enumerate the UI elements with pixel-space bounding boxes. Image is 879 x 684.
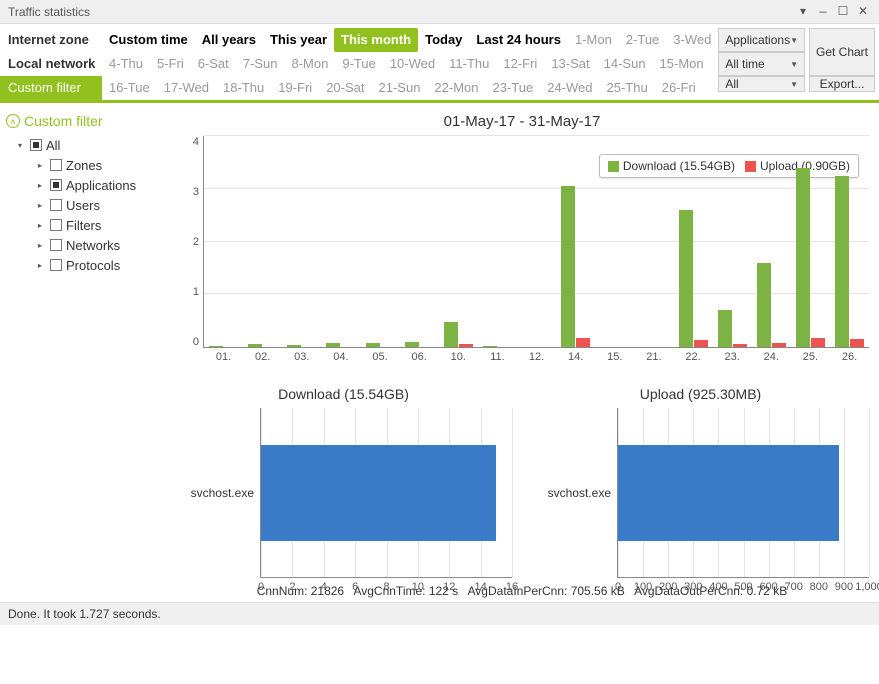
get-chart-button[interactable]: Get Chart (809, 28, 875, 76)
tree-item-users[interactable]: ▸Users (38, 195, 171, 215)
period-14-sun[interactable]: 14-Sun (597, 52, 653, 76)
period-22-mon[interactable]: 22-Mon (427, 76, 485, 100)
bar-14.: 14. (556, 136, 595, 347)
period-18-thu[interactable]: 18-Thu (216, 76, 271, 100)
maximize-icon[interactable]: ☐ (833, 4, 853, 19)
tree-item-zones[interactable]: ▸Zones (38, 155, 171, 175)
period-20-sat[interactable]: 20-Sat (319, 76, 371, 100)
period-15-mon[interactable]: 15-Mon (653, 52, 711, 76)
period-26-fri[interactable]: 26-Fri (655, 76, 703, 100)
bar-06.: 06. (400, 136, 439, 347)
period-this-month[interactable]: This month (334, 28, 418, 52)
bar-24.: 24. (752, 136, 791, 347)
period-23-tue[interactable]: 23-Tue (486, 76, 541, 100)
tree-item-applications[interactable]: ▸Applications (38, 175, 171, 195)
tree-item-filters[interactable]: ▸Filters (38, 215, 171, 235)
bar-05.: 05. (361, 136, 400, 347)
period-3-wed[interactable]: 3-Wed (666, 28, 718, 52)
export-button[interactable]: Export... (809, 76, 875, 92)
tree-item-networks[interactable]: ▸Networks (38, 235, 171, 255)
period-last-24-hours[interactable]: Last 24 hours (469, 28, 568, 52)
applications-combo[interactable]: Applications▼ (718, 28, 805, 52)
period-24-wed[interactable]: 24-Wed (540, 76, 599, 100)
period-8-mon[interactable]: 8-Mon (284, 52, 335, 76)
period-1-mon[interactable]: 1-Mon (568, 28, 619, 52)
close-icon[interactable]: ✕ (853, 4, 873, 19)
all-combo[interactable]: All▼ (718, 76, 805, 92)
period-5-fri[interactable]: 5-Fri (150, 52, 191, 76)
period-all-years[interactable]: All years (195, 28, 263, 52)
minimize-icon[interactable]: — (813, 5, 833, 19)
zone-internet-zone[interactable]: Internet zone (0, 28, 102, 52)
period-9-tue[interactable]: 9-Tue (335, 52, 382, 76)
period-2-tue[interactable]: 2-Tue (619, 28, 666, 52)
daily-traffic-chart: Download (15.54GB)Upload (0.90GB) 43210 … (175, 136, 869, 366)
zone-custom-filter[interactable]: Custom filter (0, 76, 102, 100)
tree-item-all[interactable]: ▾All (18, 135, 171, 155)
period-today[interactable]: Today (418, 28, 469, 52)
period-7-sun[interactable]: 7-Sun (236, 52, 285, 76)
bar-23.: 23. (713, 136, 752, 347)
bar-22.: 22. (674, 136, 713, 347)
custom-filter-header[interactable]: ∧ Custom filter (6, 113, 171, 129)
period-16-tue[interactable]: 16-Tue (102, 76, 157, 100)
bar-15.: 15. (595, 136, 634, 347)
bar-21.: 21. (634, 136, 673, 347)
period-11-thu[interactable]: 11-Thu (442, 52, 496, 76)
period-6-sat[interactable]: 6-Sat (191, 52, 236, 76)
status-bar: Done. It took 1.727 seconds. (0, 602, 879, 625)
period-25-thu[interactable]: 25-Thu (600, 76, 655, 100)
period-12-fri[interactable]: 12-Fri (496, 52, 544, 76)
topbar: Internet zoneLocal network zoneCustom fi… (0, 24, 879, 103)
zone-local-network-zone[interactable]: Local network zone (0, 52, 102, 76)
download-by-app-chart: Download (15.54GB) svchost.exe 024681012… (175, 386, 512, 578)
period-10-wed[interactable]: 10-Wed (383, 52, 442, 76)
upload-by-app-chart: Upload (925.30MB) svchost.exe 0100200300… (532, 386, 869, 578)
bar-04.: 04. (321, 136, 360, 347)
period-13-sat[interactable]: 13-Sat (544, 52, 596, 76)
bar-11.: 11. (478, 136, 517, 347)
time-combo[interactable]: All time▼ (718, 52, 805, 76)
bar-10.: 10. (439, 136, 478, 347)
window-title: Traffic statistics (8, 5, 793, 19)
collapse-icon: ∧ (6, 114, 20, 128)
period-custom-time[interactable]: Custom time (102, 28, 195, 52)
period-17-wed[interactable]: 17-Wed (157, 76, 216, 100)
period-this-year[interactable]: This year (263, 28, 334, 52)
bar-01.: 01. (204, 136, 243, 347)
titlebar: Traffic statistics ▾ — ☐ ✕ (0, 0, 879, 24)
bar-03.: 03. (282, 136, 321, 347)
bar-25.: 25. (791, 136, 830, 347)
dropdown-icon[interactable]: ▾ (793, 4, 813, 19)
period-4-thu[interactable]: 4-Thu (102, 52, 150, 76)
tree-item-protocols[interactable]: ▸Protocols (38, 255, 171, 275)
period-19-fri[interactable]: 19-Fri (271, 76, 319, 100)
bar-12.: 12. (517, 136, 556, 347)
chart-title: 01-May-17 - 31-May-17 (175, 113, 869, 130)
bar-26.: 26. (830, 136, 869, 347)
bar-02.: 02. (243, 136, 282, 347)
period-21-sun[interactable]: 21-Sun (372, 76, 428, 100)
